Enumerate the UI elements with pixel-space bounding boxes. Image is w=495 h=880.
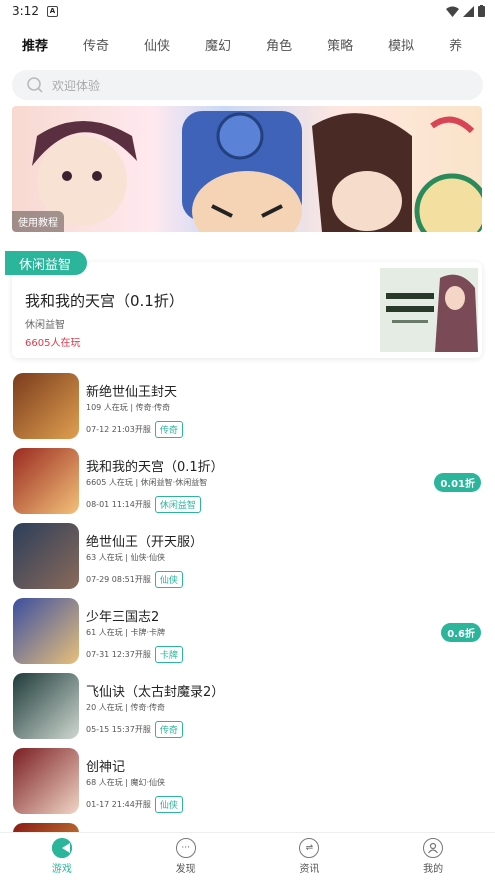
search-placeholder: 欢迎体验 (52, 78, 101, 93)
game-open-date: 01-17 21:44开服 (86, 800, 151, 809)
nav-discover[interactable]: ··· 发现 (124, 833, 248, 880)
game-icon-image (13, 748, 79, 814)
game-open-date: 07-29 08:51开服 (86, 575, 151, 584)
bottom-nav: 游戏 ··· 发现 ⇌ 资讯 我的 (0, 832, 495, 880)
tab-simulation[interactable]: 模拟 (388, 31, 414, 54)
game-list-item[interactable]: 少年三国志2 61 人在玩 | 卡牌·卡牌 07-31 12:37开服 卡牌 0.… (0, 598, 495, 673)
news-icon: ⇌ (299, 838, 320, 858)
search-bar[interactable]: 欢迎体验 (12, 70, 483, 100)
status-bar: 3:12 A (0, 0, 495, 22)
game-name: 少年三国志2 (86, 610, 160, 625)
featured-card[interactable]: 我和我的天宫（0.1折） 休闲益智 6605人在玩 (12, 262, 482, 358)
game-meta: 68 人在玩 | 魔幻·仙侠 (86, 778, 166, 787)
genre-tag: 卡牌 (154, 646, 183, 663)
game-list-item[interactable]: 新绝世仙王封天 109 人在玩 | 传奇·传奇 07-12 21:03开服 传奇 (0, 373, 495, 448)
featured-image (380, 268, 478, 352)
game-date-row: 07-31 12:37开服 卡牌 (86, 646, 183, 663)
discount-badge: 0.01折 (434, 473, 481, 492)
category-tabs: 推荐 传奇 仙侠 魔幻 角色 策略 模拟 养 (0, 22, 495, 62)
featured-players: 6605人在玩 (25, 338, 81, 349)
game-date-row: 01-17 21:44开服 仙侠 (86, 796, 183, 813)
game-meta: 6605 人在玩 | 休闲益智·休闲益智 (86, 478, 208, 487)
featured-category: 休闲益智 (25, 320, 65, 331)
game-list-item[interactable]: 我和我的天宫（0.1折） 6605 人在玩 | 休闲益智·休闲益智 08-01 … (0, 448, 495, 523)
battery-icon (478, 5, 485, 17)
game-name: 绝世仙王（开天服） (86, 535, 204, 550)
game-date-row: 08-01 11:14开服 休闲益智 (86, 496, 201, 513)
nav-news[interactable]: ⇌ 资讯 (248, 833, 372, 880)
game-open-date: 08-01 11:14开服 (86, 500, 151, 509)
genre-tag: 传奇 (154, 421, 183, 438)
featured-title: 我和我的天宫（0.1折） (25, 292, 184, 310)
game-list-item[interactable]: 飞仙诀（太古封魔录2） 20 人在玩 | 传奇·传奇 05-15 15:37开服… (0, 673, 495, 748)
game-name: 新绝世仙王封天 (86, 385, 178, 400)
game-list: 新绝世仙王封天 109 人在玩 | 传奇·传奇 07-12 21:03开服 传奇 … (0, 373, 495, 880)
genre-tag: 仙侠 (154, 571, 183, 588)
tab-legend[interactable]: 传奇 (83, 31, 109, 54)
nav-game[interactable]: 游戏 (0, 833, 124, 880)
game-meta: 109 人在玩 | 传奇·传奇 (86, 403, 171, 412)
genre-tag: 传奇 (154, 721, 183, 738)
genre-tag: 仙侠 (154, 796, 183, 813)
game-name: 飞仙诀（太古封魔录2） (86, 685, 225, 700)
nav-discover-label: 发现 (175, 864, 196, 875)
game-date-row: 07-12 21:03开服 传奇 (86, 421, 183, 438)
game-icon (51, 838, 72, 858)
tab-fantasy[interactable]: 魔幻 (205, 31, 231, 54)
tab-xianxia[interactable]: 仙侠 (144, 31, 170, 54)
search-icon (27, 77, 43, 93)
game-open-date: 07-12 21:03开服 (86, 425, 151, 434)
banner-tag: 使用教程 (12, 211, 64, 232)
game-open-date: 05-15 15:37开服 (86, 725, 151, 734)
banner-artwork (32, 111, 482, 232)
game-icon-image (13, 523, 79, 589)
status-icons (446, 5, 485, 17)
tab-recommend[interactable]: 推荐 (22, 31, 48, 54)
game-icon-image (13, 673, 79, 739)
nav-news-label: 资讯 (299, 864, 320, 875)
game-meta: 20 人在玩 | 传奇·传奇 (86, 703, 166, 712)
game-date-row: 05-15 15:37开服 传奇 (86, 721, 183, 738)
signal-icon (463, 5, 474, 17)
nav-profile[interactable]: 我的 (371, 833, 495, 880)
discount-badge: 0.6折 (441, 623, 481, 642)
tab-role[interactable]: 角色 (266, 31, 292, 54)
game-open-date: 07-31 12:37开服 (86, 650, 151, 659)
tab-cultivate[interactable]: 养 (449, 31, 462, 54)
section-tag: 休闲益智 (5, 251, 88, 275)
notification-icon: A (46, 5, 58, 17)
genre-tag: 休闲益智 (154, 496, 201, 513)
game-date-row: 07-29 08:51开服 仙侠 (86, 571, 183, 588)
status-time: 3:12 (12, 4, 39, 18)
wifi-icon (446, 6, 459, 17)
nav-game-label: 游戏 (51, 864, 72, 875)
nav-profile-label: 我的 (423, 864, 444, 875)
game-name: 创神记 (86, 760, 126, 775)
promo-banner[interactable]: 使用教程 (12, 106, 482, 232)
game-name: 我和我的天宫（0.1折） (86, 460, 224, 475)
discover-icon: ··· (175, 838, 196, 858)
game-icon-image (13, 598, 79, 664)
game-meta: 63 人在玩 | 仙侠·仙侠 (86, 553, 166, 562)
game-icon-image (13, 373, 79, 439)
game-list-item[interactable]: 创神记 68 人在玩 | 魔幻·仙侠 01-17 21:44开服 仙侠 (0, 748, 495, 823)
game-icon-image (13, 448, 79, 514)
game-list-item[interactable]: 绝世仙王（开天服） 63 人在玩 | 仙侠·仙侠 07-29 08:51开服 仙侠 (0, 523, 495, 598)
profile-icon (423, 838, 444, 858)
game-meta: 61 人在玩 | 卡牌·卡牌 (86, 628, 166, 637)
tab-strategy[interactable]: 策略 (327, 31, 353, 54)
